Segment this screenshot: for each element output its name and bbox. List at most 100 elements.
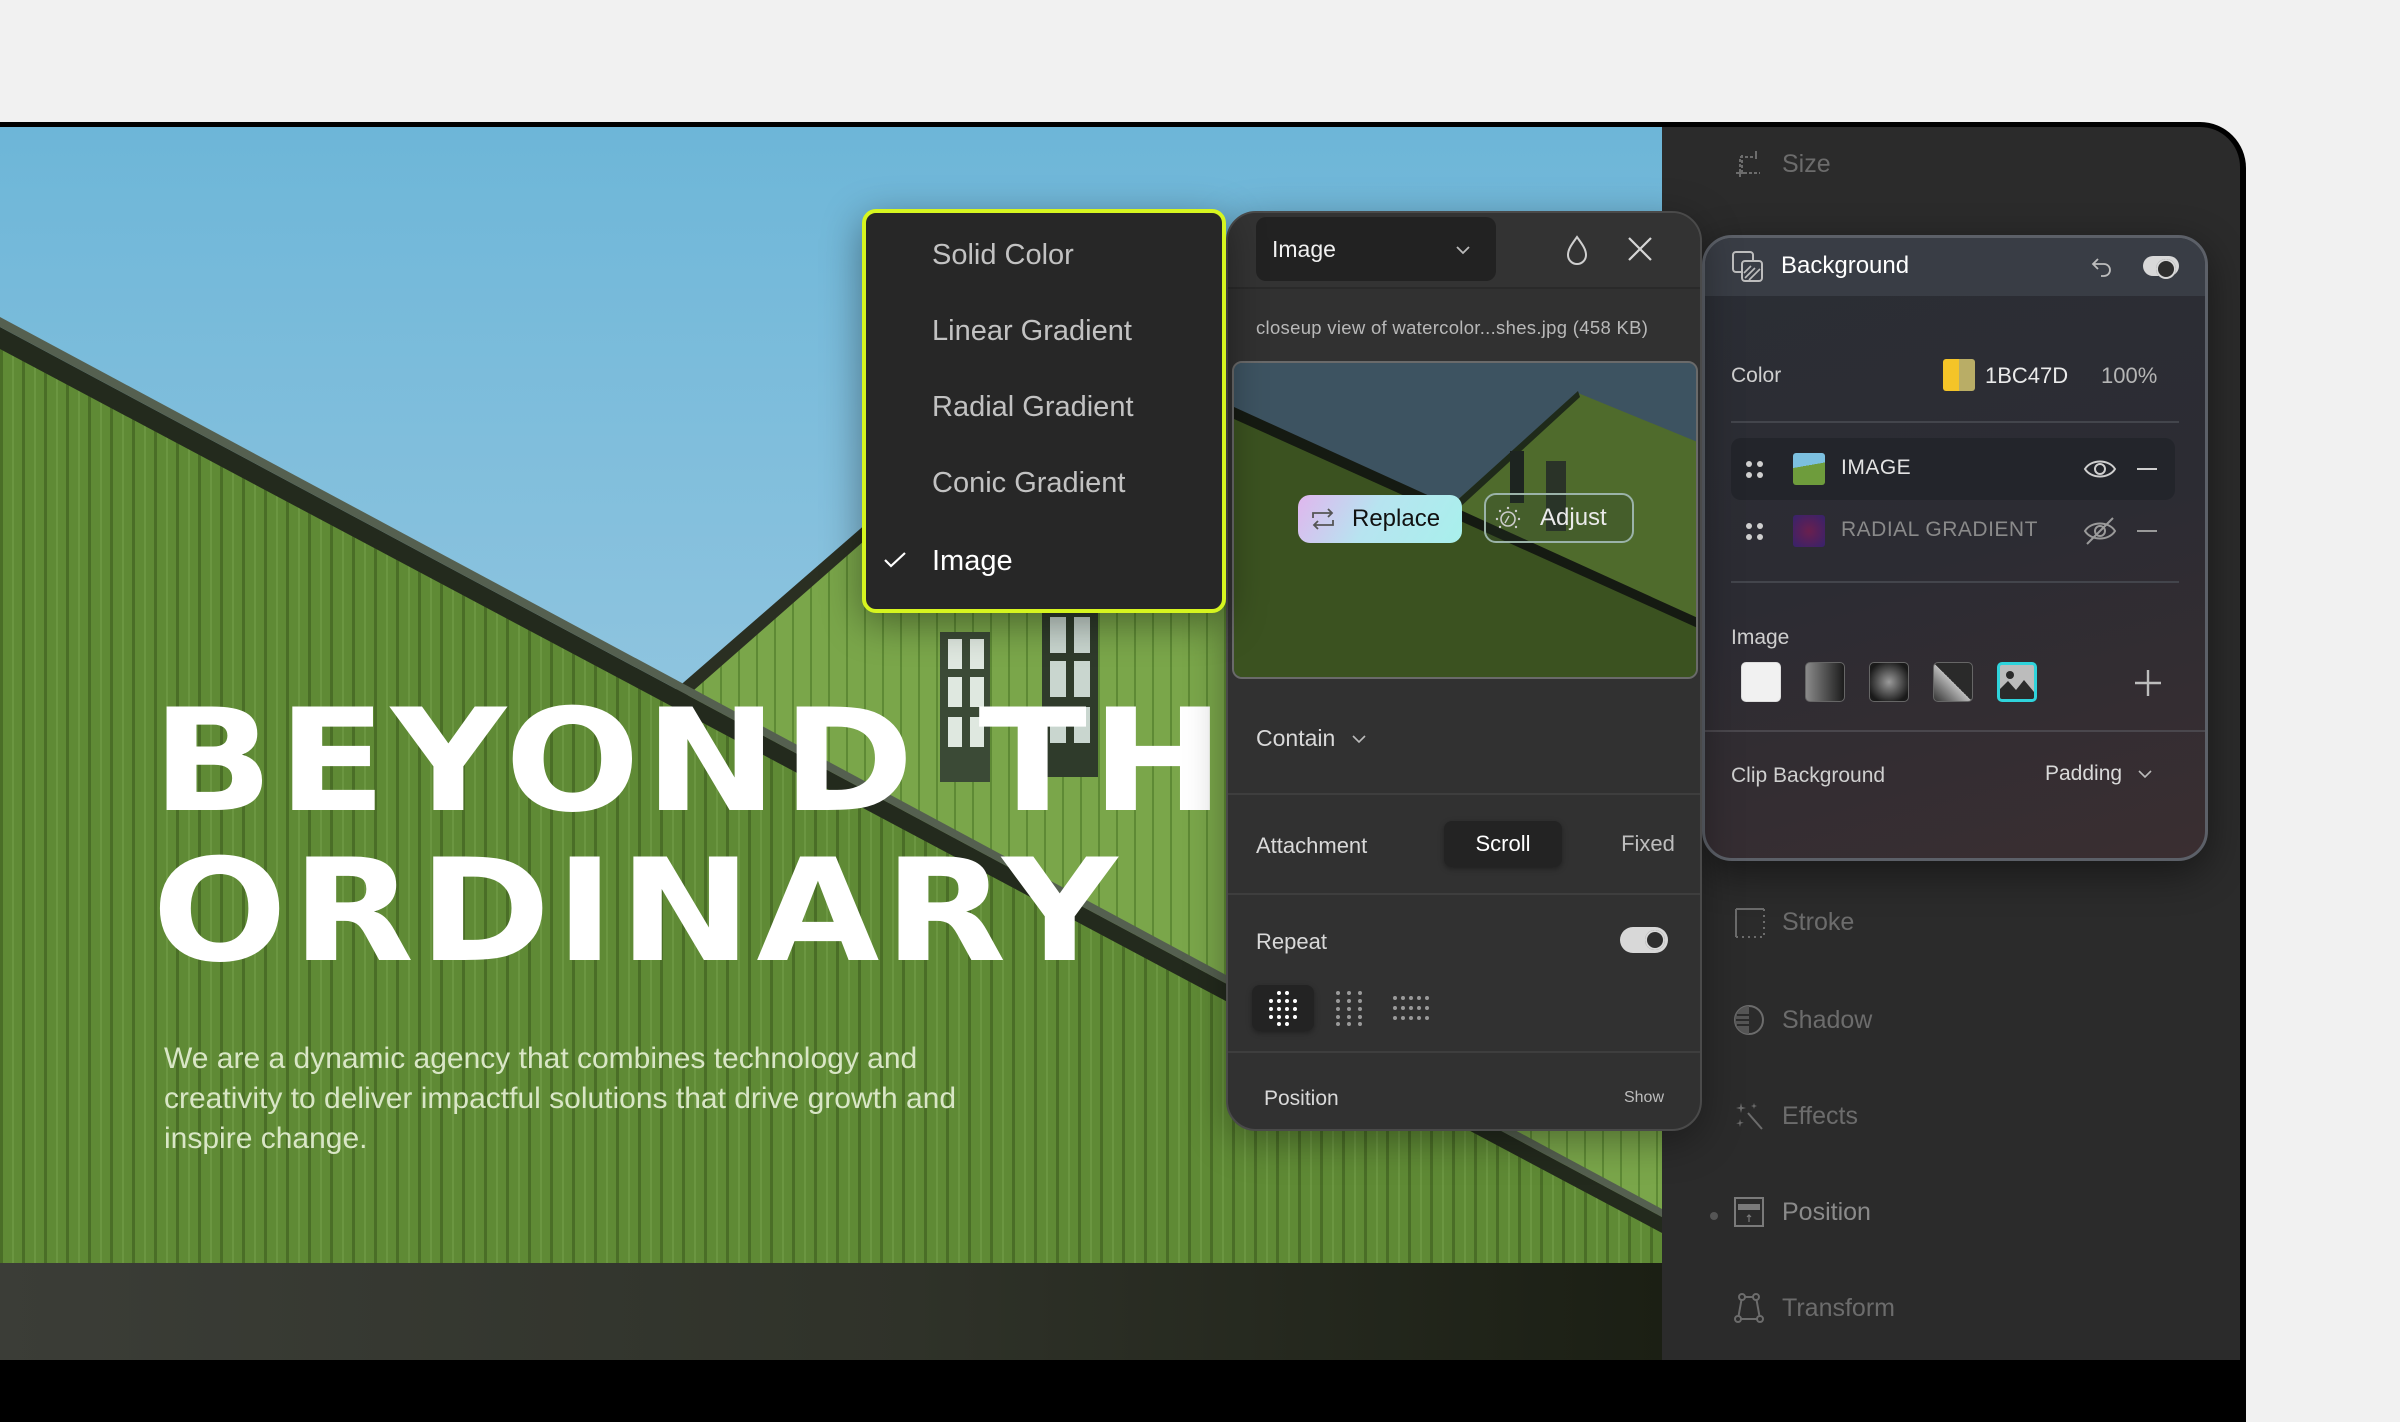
eye-icon[interactable] — [2083, 456, 2117, 482]
sidebar-item-shadow[interactable]: Shadow — [1732, 1003, 1872, 1037]
undo-icon — [2091, 258, 2111, 277]
fill-type-radial[interactable] — [1869, 662, 1909, 702]
size-mode-select[interactable]: Contain — [1256, 725, 1369, 752]
position-label: Position — [1264, 1087, 1339, 1110]
hero-headline[interactable]: BEYOND TH ORDINARY — [152, 687, 1229, 987]
sidebar-item-effects[interactable]: Effects — [1732, 1099, 1858, 1133]
divider — [1731, 581, 2179, 583]
option-label: Solid Color — [932, 238, 1074, 271]
replace-image-button[interactable]: Replace — [1298, 495, 1462, 543]
magic-wand-icon — [1736, 1103, 1763, 1130]
sidebar-item-size[interactable]: Size — [1732, 147, 1831, 181]
remove-layer-icon[interactable] — [2135, 458, 2159, 480]
sidebar-item-label: Shadow — [1782, 1005, 1873, 1034]
background-panel-title: Background — [1781, 252, 1910, 279]
close-button[interactable] — [1620, 229, 1660, 269]
eye-off-icon[interactable] — [2083, 516, 2117, 546]
repeat-y-option[interactable] — [1318, 985, 1380, 1031]
layer-thumbnail-image — [1793, 453, 1825, 485]
opacity-button[interactable] — [1558, 231, 1596, 269]
drag-handle-icon[interactable] — [1745, 522, 1765, 542]
divider — [1731, 421, 2179, 423]
layer-thumbnail-radial — [1793, 515, 1825, 547]
drag-handle-icon[interactable] — [1745, 460, 1765, 480]
repeat-label: Repeat — [1256, 929, 1327, 954]
sidebar-item-label: Transform — [1782, 1293, 1895, 1322]
attachment-scroll-option[interactable]: Scroll — [1444, 821, 1562, 867]
repeat-both-icon — [1269, 991, 1297, 1026]
fill-type-image[interactable] — [1997, 662, 2037, 702]
option-label: Image — [932, 544, 1013, 577]
replace-label: Replace — [1352, 505, 1441, 532]
color-opacity-input[interactable]: 100% — [2101, 363, 2157, 389]
adjust-image-button[interactable]: Adjust — [1484, 493, 1634, 543]
layer-name: RADIAL GRADIENT — [1841, 518, 2038, 541]
image-section-label: Image — [1731, 626, 1790, 649]
size-mode-row: Contain — [1228, 693, 1700, 793]
sidebar-item-label: Position — [1782, 1197, 1871, 1226]
option-label: Radial Gradient — [932, 390, 1134, 423]
fill-type-option-radial[interactable]: Radial Gradient — [866, 377, 1222, 437]
attachment-label: Attachment — [1256, 833, 1368, 858]
stroke-icon — [1735, 908, 1765, 938]
fill-type-option-conic[interactable]: Conic Gradient — [866, 453, 1222, 513]
background-panel: Background Color 1BC47D 100% IMAGE RADIA… — [1702, 235, 2208, 861]
sidebar-item-label: Size — [1782, 149, 1831, 178]
image-preview[interactable]: Replace Adjust — [1232, 361, 1698, 679]
headline-line-1: BEYOND TH — [152, 679, 1229, 844]
remove-layer-icon[interactable] — [2135, 520, 2159, 542]
attachment-fixed-option[interactable]: Fixed — [1598, 821, 1698, 867]
fill-type-menu: Solid Color Linear Gradient Radial Gradi… — [862, 209, 1226, 613]
repeat-x-option[interactable] — [1380, 985, 1442, 1031]
position-show-link[interactable]: Show — [1624, 1089, 1664, 1107]
chevron-down-icon — [2138, 770, 2152, 779]
fill-type-solid[interactable] — [1741, 662, 1781, 702]
color-hex-input[interactable]: 1BC47D — [1985, 363, 2068, 389]
hero-body-text[interactable]: We are a dynamic agency that combines te… — [164, 1039, 964, 1159]
sidebar-item-stroke[interactable]: Stroke — [1732, 905, 1854, 939]
chevron-down-icon — [1456, 246, 1470, 255]
fill-type-option-solid[interactable]: Solid Color — [866, 225, 1222, 285]
background-layers-icon — [1732, 251, 1763, 282]
transform-icon — [1734, 1293, 1764, 1323]
color-swatch-solid — [1943, 359, 1959, 391]
clip-background-select[interactable]: Padding — [2045, 762, 2154, 786]
repeat-horizontal-icon — [1393, 996, 1429, 1020]
background-enabled-toggle[interactable] — [2143, 256, 2179, 279]
sidebar-item-position[interactable]: Position — [1732, 1195, 1871, 1229]
repeat-both-option[interactable] — [1252, 985, 1314, 1031]
fill-type-option-linear[interactable]: Linear Gradient — [866, 301, 1222, 361]
adjust-dial-icon — [1495, 506, 1521, 529]
image-icon — [2000, 671, 2034, 699]
option-label: Conic Gradient — [932, 466, 1126, 499]
fill-type-select[interactable]: Image — [1256, 217, 1496, 281]
clip-background-label: Clip Background — [1731, 764, 1886, 787]
fill-type-linear[interactable] — [1805, 662, 1845, 702]
fill-editor-popover: Image closeup view of watercolor...shes.… — [1226, 211, 1702, 1131]
position-row: Position Show — [1228, 1051, 1700, 1129]
layer-row-radial-gradient[interactable]: RADIAL GRADIENT — [1731, 500, 2175, 562]
color-swatch[interactable] — [1943, 359, 1975, 391]
reset-button[interactable] — [2087, 252, 2117, 282]
fill-type-conic[interactable] — [1933, 662, 1973, 702]
attachment-row: Attachment Scroll Fixed — [1228, 793, 1700, 893]
sidebar-item-transform[interactable]: Transform — [1732, 1291, 1895, 1325]
sidebar-item-label: Stroke — [1782, 907, 1855, 936]
repeat-row: Repeat — [1228, 893, 1700, 1051]
fill-type-option-image[interactable]: Image — [866, 531, 1222, 591]
repeat-vertical-icon — [1336, 991, 1362, 1026]
divider — [1705, 730, 2205, 732]
option-label: Linear Gradient — [932, 314, 1132, 347]
clip-background-value: Padding — [2045, 762, 2123, 785]
replace-icon — [1312, 508, 1334, 530]
size-mode-value: Contain — [1256, 725, 1336, 751]
next-section — [0, 1263, 1662, 1360]
add-layer-icon[interactable] — [2133, 668, 2163, 698]
droplet-icon — [1566, 235, 1588, 265]
adjust-label: Adjust — [1540, 504, 1607, 531]
fill-editor-header: Image — [1228, 213, 1700, 289]
close-icon — [1628, 237, 1652, 261]
color-swatch-alpha — [1959, 359, 1975, 391]
repeat-toggle[interactable] — [1620, 927, 1668, 953]
layer-row-image[interactable]: IMAGE — [1731, 438, 2175, 500]
